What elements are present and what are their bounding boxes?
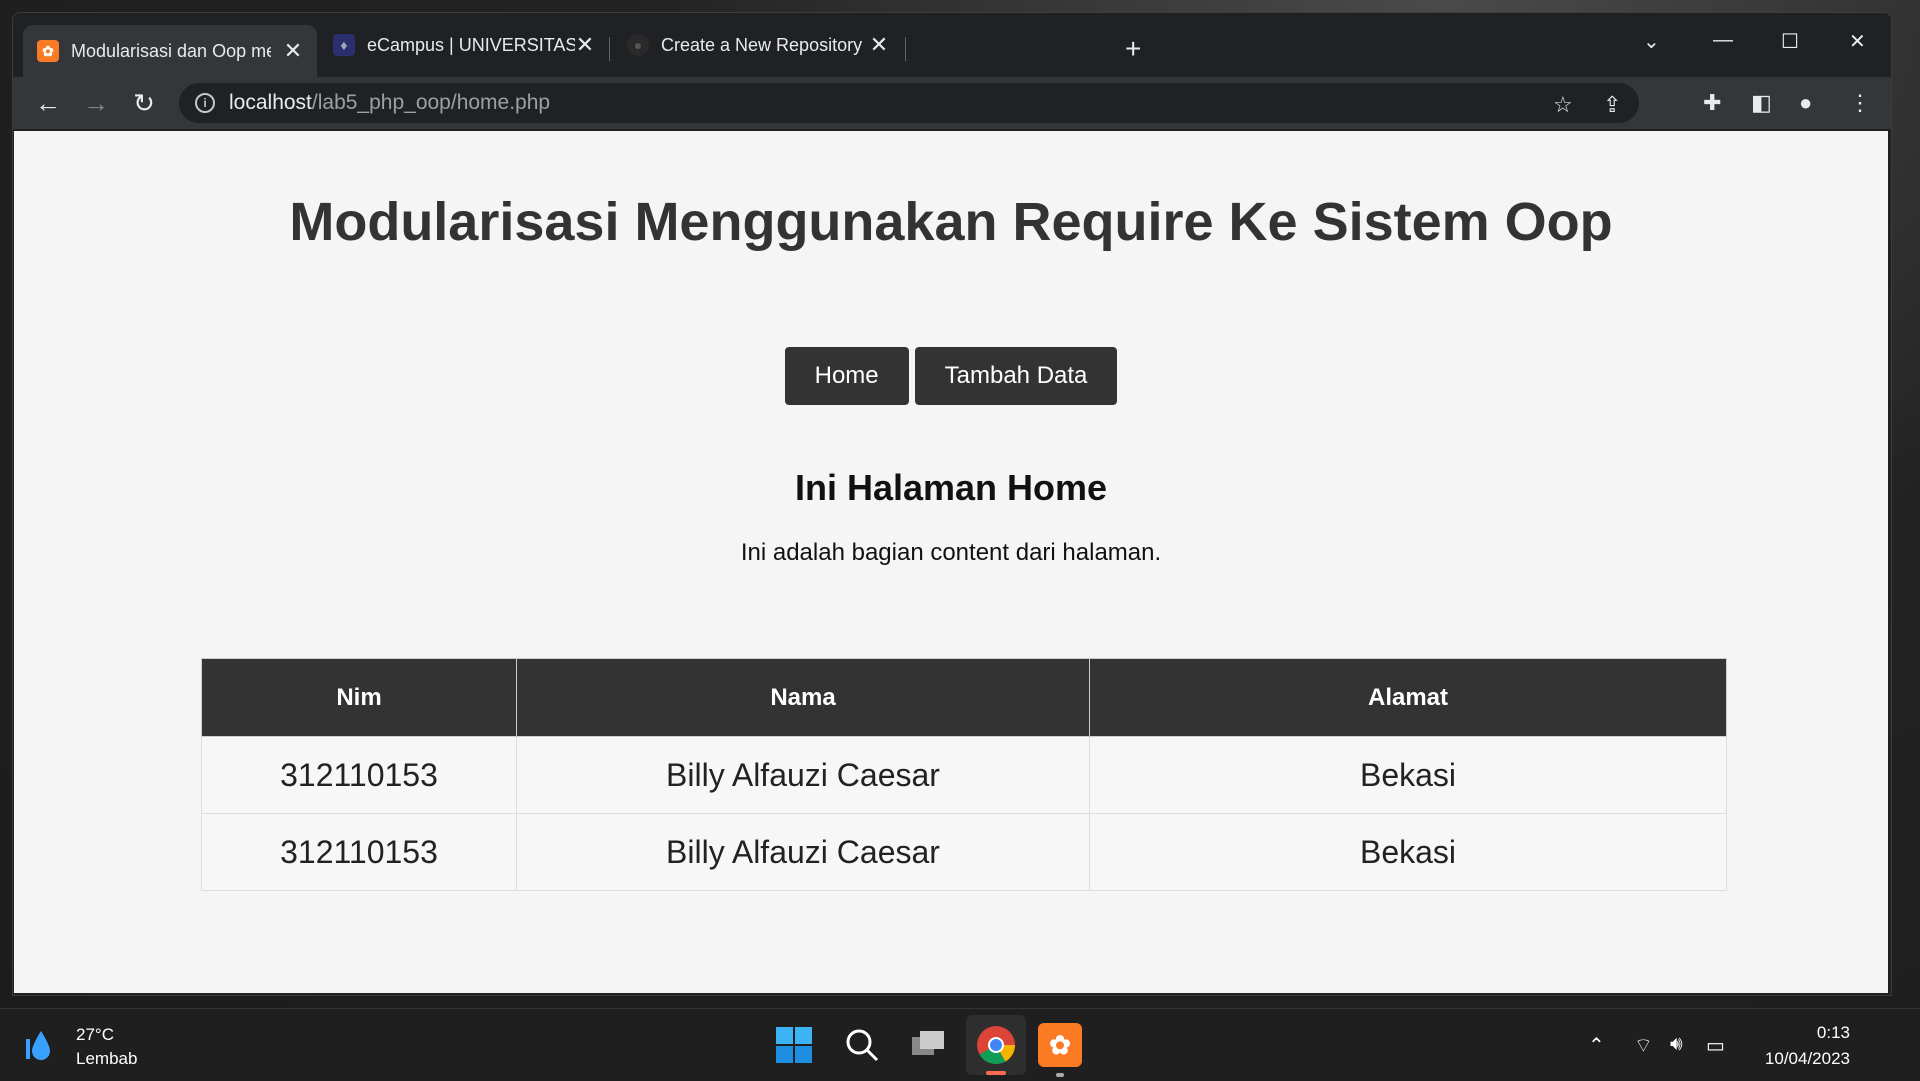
active-app-indicator <box>986 1071 1006 1075</box>
nav-home-button[interactable]: Home <box>784 347 909 405</box>
forward-icon[interactable]: → <box>81 89 111 117</box>
cell-alamat: Bekasi <box>1089 813 1727 891</box>
url-text[interactable]: localhost/lab5_php_oop/home.php <box>229 91 550 115</box>
side-panel-icon[interactable]: ◧ <box>1751 90 1772 116</box>
new-tab-button[interactable]: + <box>1125 35 1141 63</box>
xampp-icon: ✿ <box>37 40 59 62</box>
campus-icon: ♦ <box>333 34 355 56</box>
search-icon[interactable] <box>840 1023 884 1067</box>
wifi-icon[interactable]: ⌔ <box>1634 1033 1653 1058</box>
tab-separator <box>905 37 906 61</box>
section-heading: Ini Halaman Home <box>794 467 1108 508</box>
browser-toolbar: ← → ↻ i localhost/lab5_php_oop/home.php … <box>13 77 1891 129</box>
content-text: Ini adalah bagian content dari halaman. <box>740 539 1162 566</box>
url-host: localhost <box>229 91 312 114</box>
data-table: Nim Nama Alamat 312110153 Billy Alfauzi … <box>201 658 1727 891</box>
main-nav: Home Tambah Data <box>14 347 1888 405</box>
tab-title: Create a New Repository <box>661 34 863 55</box>
browser-window: ✿ Modularisasi dan Oop menjadi sa ✕ ♦ eC… <box>12 12 1892 996</box>
site-info-icon[interactable]: i <box>195 93 215 113</box>
back-icon[interactable]: ← <box>33 89 63 117</box>
tab-modularisasi[interactable]: ✿ Modularisasi dan Oop menjadi sa ✕ <box>23 25 317 77</box>
cell-nim: 312110153 <box>201 736 517 814</box>
address-bar[interactable]: i localhost/lab5_php_oop/home.php ⇪ ☆ <box>179 83 1639 123</box>
cell-nama: Billy Alfauzi Caesar <box>516 813 1090 891</box>
menu-icon[interactable]: ⋮ <box>1849 90 1871 116</box>
weather-temperature[interactable]: 27°C <box>76 1025 114 1045</box>
windows-start-icon[interactable] <box>772 1023 816 1067</box>
web-page: Modularisasi Menggunakan Require Ke Sist… <box>14 131 1888 993</box>
column-header-nim: Nim <box>201 658 517 737</box>
close-tab-icon[interactable]: ✕ <box>575 32 595 58</box>
weather-description[interactable]: Lembab <box>76 1049 137 1069</box>
bookmark-star-icon[interactable]: ☆ <box>1553 92 1573 118</box>
column-header-nama: Nama <box>516 658 1090 737</box>
table-row: 312110153 Billy Alfauzi Caesar Bekasi <box>201 736 1727 814</box>
profile-icon[interactable]: ● <box>1799 90 1812 116</box>
tab-title: eCampus | UNIVERSITAS PELITA B <box>367 34 575 55</box>
running-app-indicator <box>1056 1073 1064 1077</box>
weather-humidity-icon[interactable] <box>26 1029 50 1061</box>
clock-time[interactable]: 0:13 <box>1817 1023 1850 1043</box>
clock-date[interactable]: 10/04/2023 <box>1765 1049 1850 1069</box>
battery-icon[interactable]: ▭ <box>1706 1033 1725 1058</box>
column-header-alamat: Alamat <box>1089 658 1727 737</box>
share-icon[interactable]: ⇪ <box>1603 92 1621 118</box>
tab-title: Modularisasi dan Oop menjadi sa <box>71 40 271 61</box>
maximize-button[interactable]: ☐ <box>1781 29 1799 54</box>
table-header-row: Nim Nama Alamat <box>201 658 1727 737</box>
tab-search-icon[interactable]: ⌄ <box>1643 29 1660 54</box>
minimize-button[interactable]: — <box>1713 29 1733 52</box>
close-tab-icon[interactable]: ✕ <box>283 38 303 64</box>
url-path: /lab5_php_oop/home.php <box>311 91 551 114</box>
chrome-icon <box>977 1026 1016 1065</box>
nav-tambah-data-button[interactable]: Tambah Data <box>914 347 1118 405</box>
cell-alamat: Bekasi <box>1089 736 1727 814</box>
page-title: Modularisasi Menggunakan Require Ke Sist… <box>289 192 1613 252</box>
tab-separator <box>609 37 610 61</box>
taskbar: 27°C Lembab ✿ ⌃ ⌔ 🔊︎ ▭ 0:13 10/04/2023 <box>0 1008 1920 1081</box>
cell-nama: Billy Alfauzi Caesar <box>516 736 1090 814</box>
tab-strip: ✿ Modularisasi dan Oop menjadi sa ✕ ♦ eC… <box>13 13 1891 77</box>
extensions-icon[interactable]: ✚ <box>1703 90 1721 116</box>
xampp-taskbar-icon[interactable]: ✿ <box>1038 1023 1082 1067</box>
tab-ecampus[interactable]: ♦ eCampus | UNIVERSITAS PELITA B ✕ <box>319 25 609 65</box>
show-hidden-icons-chevron-icon[interactable]: ⌃ <box>1588 1033 1605 1058</box>
close-window-button[interactable]: ✕ <box>1849 29 1866 54</box>
cell-nim: 312110153 <box>201 813 517 891</box>
reload-icon[interactable]: ↻ <box>129 89 159 117</box>
close-tab-icon[interactable]: ✕ <box>869 32 889 58</box>
volume-icon[interactable]: 🔊︎ <box>1670 1033 1683 1056</box>
task-view-icon[interactable] <box>906 1023 950 1067</box>
github-icon: ● <box>627 34 649 56</box>
tab-github[interactable]: ● Create a New Repository ✕ <box>613 25 903 65</box>
table-row: 312110153 Billy Alfauzi Caesar Bekasi <box>201 813 1727 891</box>
chrome-taskbar-button[interactable] <box>966 1015 1026 1075</box>
